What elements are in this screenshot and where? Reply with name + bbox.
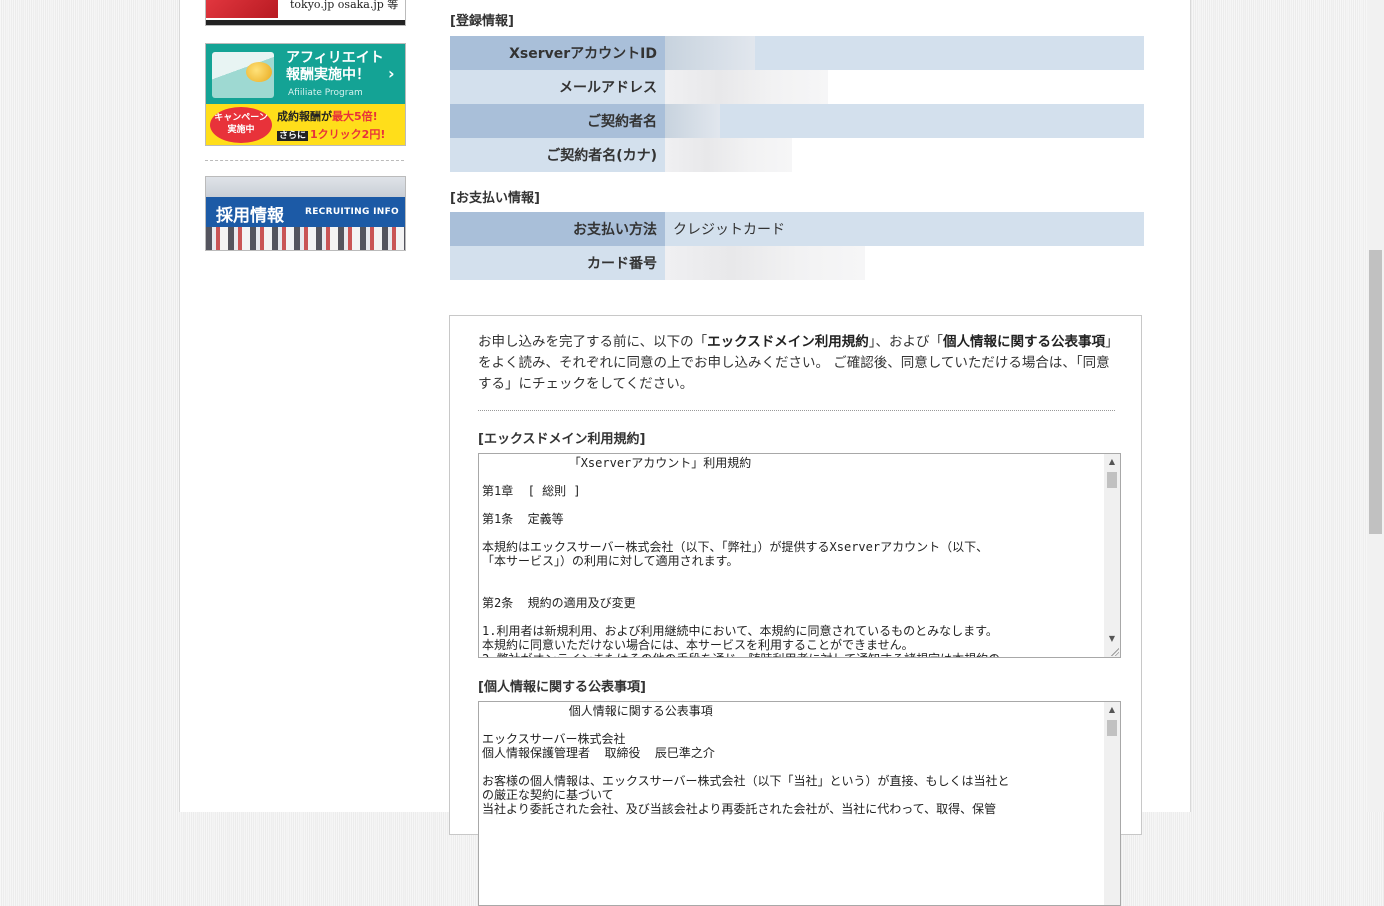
tos-scrollbar[interactable]: ▲ ▼ <box>1104 454 1120 657</box>
recruiting-banner[interactable]: 採用情報 RECRUITING INFO <box>205 176 406 251</box>
privacy-textarea[interactable]: 個人情報に関する公表事項 エックスサーバー株式会社 個人情報保護管理者 取締役 … <box>478 701 1121 906</box>
card-number-value <box>665 246 1144 280</box>
redacted-block <box>665 70 828 104</box>
coins-icon <box>246 62 272 82</box>
redacted-block <box>665 104 720 138</box>
intro-part-1: お申し込みを完了する前に、以下の「 <box>478 334 708 350</box>
banner-bottom-bar <box>206 20 405 25</box>
redacted-block <box>665 246 865 280</box>
affiliate-banner[interactable]: アフィリエイト 報酬実施中！ Afiiliate Program › キャンペー… <box>205 43 406 146</box>
agreement-divider <box>478 410 1115 411</box>
affiliate-subtitle: Afiiliate Program <box>288 88 363 98</box>
promo-prefix: 成約報酬が <box>277 110 332 123</box>
card-number-label: カード番号 <box>450 246 665 280</box>
email-value <box>665 70 1144 104</box>
campaign-badge: キャンペーン 実施中 <box>210 107 272 143</box>
email-label: メールアドレス <box>450 70 665 104</box>
intro-privacy-name: 個人情報に関する公表事項 <box>942 334 1105 350</box>
agreement-box: お申し込みを完了する前に、以下の「エックスドメイン利用規約」、および「個人情報に… <box>449 315 1142 906</box>
intro-part-2: 」、および「 <box>868 334 943 350</box>
scroll-up-icon[interactable]: ▲ <box>1104 454 1120 470</box>
scroll-up-icon[interactable]: ▲ <box>1104 702 1120 718</box>
table-row: カード番号 <box>450 246 1144 280</box>
table-row: メールアドレス <box>450 70 1144 104</box>
redacted-block <box>665 138 792 172</box>
account-id-value <box>665 36 1144 70</box>
tos-textarea[interactable]: 「Xserverアカウント」利用規約 第1章 [ 総則 ] 第1条 定義等 本規… <box>478 453 1121 658</box>
resize-handle-icon[interactable] <box>1111 648 1119 656</box>
affiliate-promo: キャンペーン 実施中 成約報酬が最大5倍! さらに 1クリック2円! <box>206 104 405 145</box>
campaign-badge-line1: キャンペーン <box>214 113 268 123</box>
affiliate-title: アフィリエイト 報酬実施中！ <box>286 50 384 84</box>
domain-banner[interactable]: tokyo.jp osaka.jp 等 <box>205 0 406 26</box>
table-row: お支払い方法 クレジットカード <box>450 212 1144 246</box>
payment-table: お支払い方法 クレジットカード カード番号 <box>450 212 1144 280</box>
scroll-thumb[interactable] <box>1107 472 1117 488</box>
banner-red-graphic <box>206 0 278 18</box>
page-scrollbar[interactable] <box>1367 0 1384 812</box>
page-scroll-thumb[interactable] <box>1369 250 1382 534</box>
contract-kana-value <box>665 138 1144 172</box>
account-id-label: XserverアカウントID <box>450 36 665 70</box>
affiliate-title-line2: 報酬実施中！ <box>286 67 370 83</box>
promo-box: さらに <box>277 131 309 141</box>
privacy-scrollbar[interactable]: ▲ <box>1104 702 1120 905</box>
tos-text: 「Xserverアカウント」利用規約 第1章 [ 総則 ] 第1条 定義等 本規… <box>482 456 1000 657</box>
recruiting-photo <box>206 227 405 250</box>
banner-domain-text: tokyo.jp osaka.jp 等 <box>290 0 399 11</box>
promo-line-2: さらに 1クリック2円! <box>277 126 385 142</box>
affiliate-banner-top: アフィリエイト 報酬実施中！ Afiiliate Program › <box>206 44 405 104</box>
intro-tos-name: エックスドメイン利用規約 <box>707 334 869 350</box>
redacted-block <box>665 36 755 70</box>
scroll-down-icon[interactable]: ▼ <box>1104 631 1120 647</box>
scroll-thumb[interactable] <box>1107 720 1117 736</box>
recruiting-photo-top <box>206 177 405 197</box>
contract-name-label: ご契約者名 <box>450 104 665 138</box>
privacy-title: [個人情報に関する公表事項] <box>478 680 646 695</box>
registration-table: XserverアカウントID メールアドレス ご契約者名 ご契約者名(カナ) <box>450 36 1144 172</box>
table-row: XserverアカウントID <box>450 36 1144 70</box>
recruiting-title: 採用情報 <box>216 206 284 226</box>
promo-click-text: 1クリック2円! <box>310 128 386 141</box>
promo-highlight: 最大5倍! <box>332 110 378 123</box>
table-row: ご契約者名(カナ) <box>450 138 1144 172</box>
recruiting-subtitle: RECRUITING INFO <box>305 207 399 217</box>
sidebar-divider <box>205 160 404 161</box>
campaign-badge-line2: 実施中 <box>227 125 255 135</box>
payment-method-value: クレジットカード <box>665 212 1144 246</box>
contract-kana-label: ご契約者名(カナ) <box>450 138 665 172</box>
privacy-text: 個人情報に関する公表事項 エックスサーバー株式会社 個人情報保護管理者 取締役 … <box>482 704 1010 816</box>
chevron-right-icon: › <box>388 64 395 83</box>
registration-title: [登録情報] <box>450 14 514 29</box>
agreement-intro: お申し込みを完了する前に、以下の「エックスドメイン利用規約」、および「個人情報に… <box>478 332 1118 395</box>
tos-title: [エックスドメイン利用規約] <box>478 432 646 447</box>
payment-method-label: お支払い方法 <box>450 212 665 246</box>
affiliate-title-line1: アフィリエイト <box>286 50 384 66</box>
payment-title: [お支払い情報] <box>450 191 540 206</box>
contract-name-value <box>665 104 1144 138</box>
promo-line-1: 成約報酬が最大5倍! <box>277 108 378 124</box>
table-row: ご契約者名 <box>450 104 1144 138</box>
